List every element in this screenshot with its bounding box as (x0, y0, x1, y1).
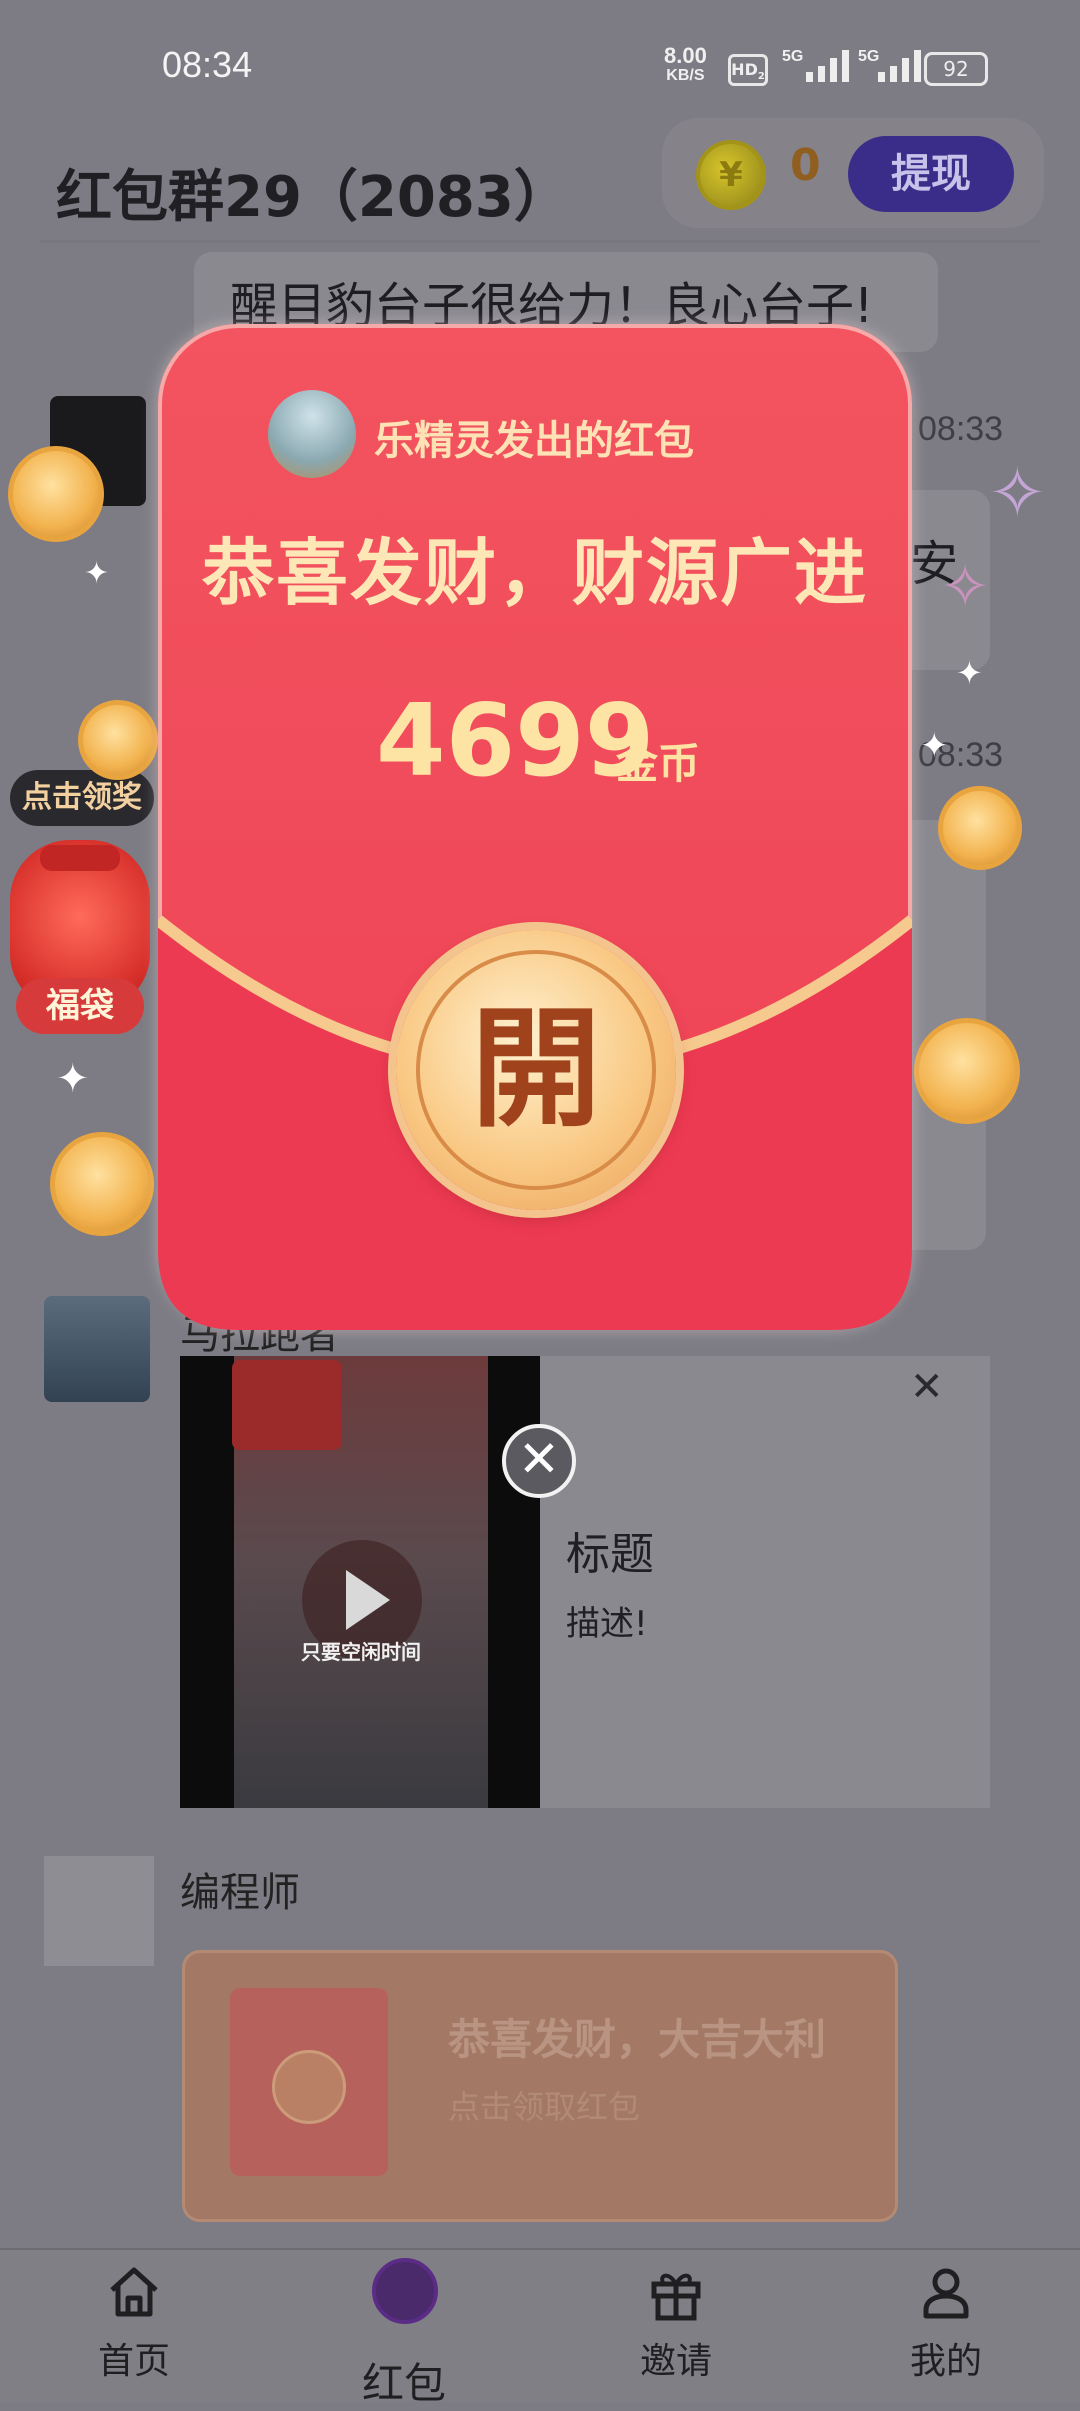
lucky-bag-tip[interactable]: 点击领奖 (10, 770, 154, 826)
ad-red-packet-thumbnail (232, 1360, 342, 1450)
status-time: 08:34 (162, 44, 253, 85)
group-title: 红包群29（2083） (56, 165, 570, 230)
chat-sender-name: 编程师 (180, 1870, 300, 1916)
hd-badge-text: HD (731, 60, 758, 79)
ad-close-button[interactable]: ✕ (502, 1424, 576, 1498)
nav-label-mine[interactable]: 我的 (866, 2332, 1026, 2384)
network-speed: 8.00 KB/S (664, 43, 707, 86)
lucky-bag-label[interactable]: 福袋 (16, 978, 144, 1034)
hd-badge: HD2 (728, 54, 768, 86)
ad-description: 描述! (566, 1604, 648, 1644)
nav-label-home[interactable]: 首页 (54, 2332, 214, 2384)
signal-1-label: 5G (782, 48, 804, 65)
red-packet-icon[interactable] (372, 2258, 438, 2324)
signal-2-icon (878, 50, 921, 82)
network-speed-unit: KB/S (666, 67, 705, 84)
home-icon[interactable] (54, 2262, 214, 2335)
coin-count: 0 (790, 140, 821, 191)
battery-level: 92 (943, 57, 969, 81)
coin-icon: ¥ (696, 140, 766, 210)
nav-label-invite[interactable]: 邀请 (596, 2332, 756, 2384)
coin-symbol: ¥ (719, 155, 743, 195)
open-packet-label[interactable]: 開 (416, 950, 656, 1190)
withdraw-button[interactable]: 提现 (848, 136, 1014, 212)
network-speed-value: 8.00 (664, 43, 707, 68)
person-icon[interactable] (866, 2262, 1026, 2335)
red-packet-message-title: 恭喜发财，大吉大利 (448, 2015, 827, 2064)
signal-2-label: 5G (858, 48, 880, 65)
sparkle-icon: ✧ (988, 452, 1047, 534)
battery-icon: 92 (924, 52, 988, 86)
hd-badge-sub: 2 (757, 71, 765, 83)
ad-video-caption: 只要空闲时间 (301, 1640, 421, 1664)
red-packet-message-subtitle: 点击领取红包 (448, 2088, 641, 2126)
floating-coin-icon (78, 700, 158, 780)
lucky-bag-tie (40, 845, 120, 871)
sparkle-icon: ✦ (920, 726, 949, 766)
header-divider (40, 240, 1040, 243)
packet-amount: 4699 (376, 682, 655, 799)
floating-coin-icon (50, 1132, 154, 1236)
status-bar: 08:34 8.00 KB/S HD2 5G 5G 92 (0, 0, 1080, 130)
sender-avatar (268, 390, 356, 478)
ad-dismiss-icon[interactable]: ✕ (910, 1364, 944, 1410)
floating-coin-icon (938, 786, 1022, 870)
chat-timestamp-1: 08:33 (918, 410, 1004, 448)
floating-coin-icon (914, 1018, 1020, 1124)
ad-poster-avatar[interactable] (44, 1296, 150, 1402)
nav-label-red-packet[interactable]: 红包 (324, 2350, 484, 2411)
chat-avatar-coder[interactable] (44, 1856, 154, 1966)
packet-amount-unit: 金币 (616, 739, 701, 788)
sender-label: 乐精灵发出的红包 (374, 418, 694, 464)
signal-1-icon (806, 50, 849, 82)
sparkle-icon: ✦ (84, 556, 110, 591)
sparkle-icon: ✦ (56, 1056, 90, 1102)
gift-icon[interactable] (596, 2266, 756, 2335)
red-packet-seal-icon (272, 2050, 346, 2124)
ad-title: 标题 (566, 1529, 654, 1580)
packet-greeting: 恭喜发财，财源广进 (201, 531, 868, 615)
sparkle-icon: ✧ (940, 552, 991, 622)
sparkle-icon: ✦ (956, 654, 983, 692)
floating-coin-icon (8, 446, 104, 542)
